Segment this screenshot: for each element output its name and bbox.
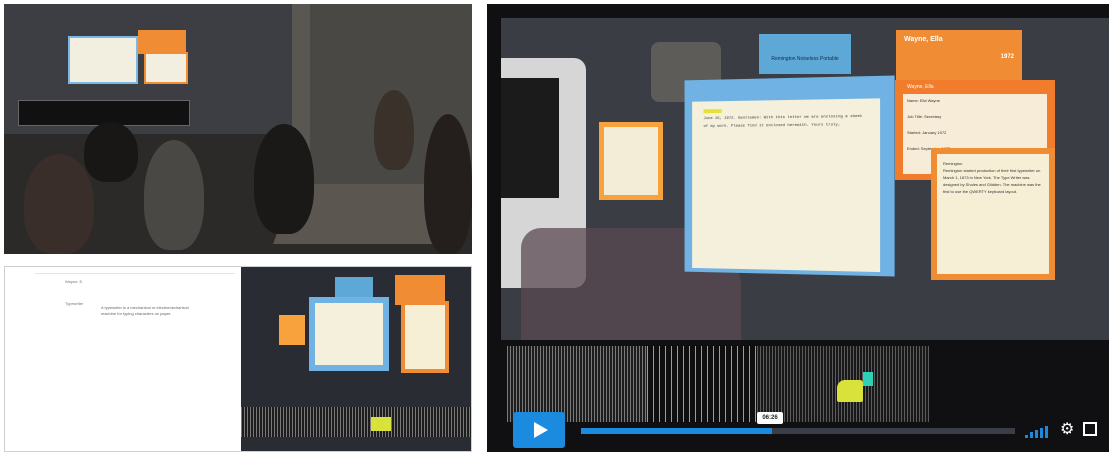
- bio-text: Remington started production of their fi…: [943, 168, 1041, 194]
- fullscreen-icon[interactable]: [1083, 422, 1097, 436]
- letter-text: June 15, 1972. Gentlemen: With this lett…: [692, 98, 881, 273]
- audience-member: [84, 122, 138, 182]
- progress-bar[interactable]: [581, 428, 1015, 434]
- film-frame: [507, 346, 647, 422]
- info-card-header: Wayne, Ella: [907, 84, 934, 90]
- info-line: Job Title: Secretary: [907, 114, 942, 119]
- typewriter-tag: Remington Noiseless Portable: [759, 34, 851, 74]
- video-player[interactable]: Remington Noiseless Portable Wayne, Ella…: [487, 4, 1109, 452]
- embed-filmstrip: [241, 407, 471, 437]
- embed-note: [279, 315, 305, 345]
- audience-member: [254, 124, 314, 234]
- divider: [35, 273, 235, 274]
- person-date: 1972: [1000, 54, 1014, 60]
- film-frame: [647, 346, 757, 422]
- audience-member: [424, 114, 472, 254]
- progress-fill: [581, 428, 772, 434]
- bio-title: Remington: [943, 161, 963, 166]
- info-line: Started: January 1972: [907, 130, 947, 135]
- projected-tag: [138, 30, 186, 54]
- embed-tag-blue: [335, 277, 373, 297]
- player-controls: 06:26 ⚙: [507, 412, 1107, 452]
- video-scene[interactable]: Remington Noiseless Portable Wayne, Ella…: [501, 18, 1109, 340]
- play-icon: [534, 422, 548, 438]
- embed-figure: [371, 417, 391, 431]
- play-button[interactable]: [513, 412, 565, 448]
- highlight-figure: [863, 372, 873, 386]
- gear-icon[interactable]: ⚙: [1060, 422, 1074, 438]
- volume-icon[interactable]: [1025, 426, 1049, 438]
- audience-photo: [4, 4, 472, 254]
- time-tooltip: 06:26: [757, 412, 783, 424]
- embed-card: [401, 301, 449, 373]
- highlight-figure: [837, 380, 863, 402]
- letter-highlight: [703, 109, 722, 114]
- record-label: Typewriter: [65, 301, 84, 306]
- record-caption: A typewriter is a mechanical or electrom…: [101, 305, 189, 316]
- side-note: [599, 122, 663, 200]
- letter-card: June 15, 1972. Gentlemen: With this lett…: [684, 75, 895, 277]
- typewriter-bio-card: Remington Remington started production o…: [931, 148, 1055, 280]
- person-name: Wayne, Ella: [904, 36, 943, 43]
- projected-card: [144, 52, 188, 84]
- embedded-video[interactable]: [241, 267, 471, 451]
- filmstrip-thumbnails[interactable]: [507, 346, 929, 422]
- person-tag: Wayne, Ella 1972: [896, 30, 1022, 86]
- audience-member: [374, 90, 414, 170]
- info-line: Name: Ella Wayne: [907, 98, 940, 103]
- audience-member: [24, 154, 94, 254]
- embed-letter: [309, 297, 389, 371]
- projected-letter: [68, 36, 138, 84]
- audience-member: [144, 140, 204, 250]
- record-title: Wayne, E.: [65, 279, 84, 284]
- archive-webpage: Wayne, E. Typewriter A typewriter is a m…: [4, 266, 472, 452]
